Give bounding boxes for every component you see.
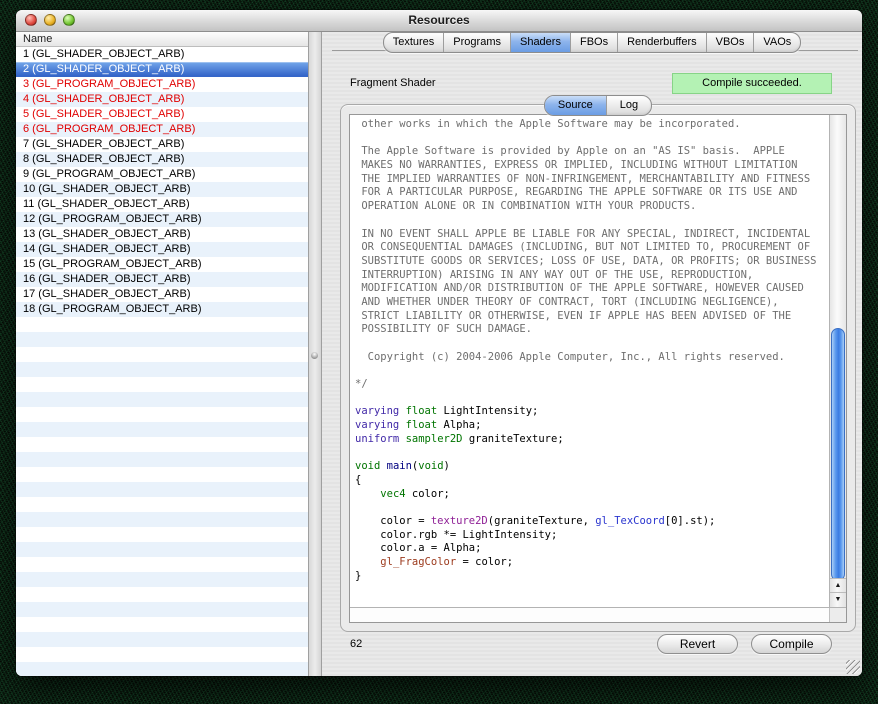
code-line: OPERATION ALONE OR IN COMBINATION WITH Y… — [355, 200, 829, 214]
list-column-header-name[interactable]: Name — [16, 32, 308, 47]
resource-tab-bar: TexturesProgramsShadersFBOsRenderbuffers… — [322, 32, 862, 53]
splitter-dimple-icon — [311, 352, 318, 359]
code-line: STRICT LIABILITY OR OTHERWISE, EVEN IF A… — [355, 310, 829, 324]
code-line: vec4 color; — [355, 488, 829, 502]
code-line: SUBSTITUTE GOODS OR SERVICES; LOSS OF US… — [355, 255, 829, 269]
close-icon[interactable] — [25, 14, 37, 26]
code-line: Copyright (c) 2004-2006 Apple Computer, … — [355, 351, 829, 365]
tab-renderbuffers[interactable]: Renderbuffers — [617, 33, 706, 52]
list-item[interactable]: 16 (GL_SHADER_OBJECT_ARB) — [16, 272, 308, 287]
code-line: varying float Alpha; — [355, 419, 829, 433]
code-line: THE IMPLIED WARRANTIES OF NON-INFRINGEME… — [355, 173, 829, 187]
view-tab-log[interactable]: Log — [606, 96, 651, 115]
list-item[interactable]: 14 (GL_SHADER_OBJECT_ARB) — [16, 242, 308, 257]
list-item[interactable]: 3 (GL_PROGRAM_OBJECT_ARB) — [16, 77, 308, 92]
code-line: uniform sampler2D graniteTexture; — [355, 433, 829, 447]
scrollbar-corner — [829, 608, 846, 622]
list-item[interactable]: 17 (GL_SHADER_OBJECT_ARB) — [16, 287, 308, 302]
source-editor[interactable]: other works in which the Apple Software … — [349, 114, 847, 623]
code-line: varying float LightIntensity; — [355, 405, 829, 419]
shader-source-code[interactable]: other works in which the Apple Software … — [350, 115, 829, 607]
code-line — [355, 447, 829, 461]
tab-fbos[interactable]: FBOs — [570, 33, 617, 52]
tab-programs[interactable]: Programs — [443, 33, 510, 52]
resources-window: Resources Name 1 (GL_SHADER_OBJECT_ARB)2… — [16, 10, 862, 676]
traffic-lights — [25, 14, 75, 26]
tab-shaders[interactable]: Shaders — [510, 33, 570, 52]
shader-type-label: Fragment Shader — [350, 77, 436, 89]
shader-detail-panel: TexturesProgramsShadersFBOsRenderbuffers… — [322, 32, 862, 676]
scroll-up-icon[interactable]: ▲ — [830, 578, 846, 593]
view-tab-source[interactable]: Source — [545, 96, 606, 115]
code-line: */ — [355, 378, 829, 392]
bottom-bar: 62 Revert Compile — [350, 634, 832, 654]
list-item[interactable]: 6 (GL_PROGRAM_OBJECT_ARB) — [16, 122, 308, 137]
tab-vaos[interactable]: VAOs — [753, 33, 800, 52]
code-line — [355, 364, 829, 378]
split-view-divider[interactable] — [308, 32, 322, 676]
code-line: MODIFICATION AND/OR DISTRIBUTION OF THE … — [355, 282, 829, 296]
list-item[interactable]: 10 (GL_SHADER_OBJECT_ARB) — [16, 182, 308, 197]
code-line: The Apple Software is provided by Apple … — [355, 145, 829, 159]
code-line: color = texture2D(graniteTexture, gl_Tex… — [355, 515, 829, 529]
code-line: OR CONSEQUENTIAL DAMAGES (INCLUDING, BUT… — [355, 241, 829, 255]
code-line: IN NO EVENT SHALL APPLE BE LIABLE FOR AN… — [355, 228, 829, 242]
list-item[interactable]: 7 (GL_SHADER_OBJECT_ARB) — [16, 137, 308, 152]
compile-status-badge: Compile succeeded. — [672, 73, 832, 94]
list-item[interactable]: 12 (GL_PROGRAM_OBJECT_ARB) — [16, 212, 308, 227]
title-bar[interactable]: Resources — [16, 10, 862, 32]
vertical-scrollbar[interactable]: ▲ ▼ — [829, 115, 846, 607]
code-line: color.a = Alpha; — [355, 542, 829, 556]
code-line: other works in which the Apple Software … — [355, 118, 829, 132]
list-item[interactable]: 9 (GL_PROGRAM_OBJECT_ARB) — [16, 167, 308, 182]
code-line — [355, 132, 829, 146]
list-item[interactable]: 13 (GL_SHADER_OBJECT_ARB) — [16, 227, 308, 242]
code-line: POSSIBILITY OF SUCH DAMAGE. — [355, 323, 829, 337]
resource-list-panel: Name 1 (GL_SHADER_OBJECT_ARB)2 (GL_SHADE… — [16, 32, 308, 676]
revert-button[interactable]: Revert — [657, 634, 738, 654]
code-line — [355, 392, 829, 406]
line-count-label: 62 — [350, 638, 362, 650]
list-item[interactable]: 4 (GL_SHADER_OBJECT_ARB) — [16, 92, 308, 107]
list-item[interactable]: 5 (GL_SHADER_OBJECT_ARB) — [16, 107, 308, 122]
code-line — [355, 214, 829, 228]
list-item[interactable]: 18 (GL_PROGRAM_OBJECT_ARB) — [16, 302, 308, 317]
list-item[interactable]: 15 (GL_PROGRAM_OBJECT_ARB) — [16, 257, 308, 272]
resource-list[interactable]: 1 (GL_SHADER_OBJECT_ARB)2 (GL_SHADER_OBJ… — [16, 47, 308, 676]
code-line: color.rgb *= LightIntensity; — [355, 529, 829, 543]
horizontal-scrollbar[interactable] — [350, 607, 846, 622]
window-content: Name 1 (GL_SHADER_OBJECT_ARB)2 (GL_SHADE… — [16, 32, 862, 676]
tab-textures[interactable]: Textures — [384, 33, 444, 52]
code-line: { — [355, 474, 829, 488]
list-item[interactable]: 2 (GL_SHADER_OBJECT_ARB) — [16, 62, 308, 77]
compile-button[interactable]: Compile — [751, 634, 832, 654]
scroll-down-icon[interactable]: ▼ — [830, 592, 846, 607]
list-item[interactable]: 8 (GL_SHADER_OBJECT_ARB) — [16, 152, 308, 167]
code-line: INTERRUPTION) ARISING IN ANY WAY OUT OF … — [355, 269, 829, 283]
code-line — [355, 337, 829, 351]
source-log-tab-bar: SourceLog — [341, 95, 855, 116]
tab-vbos[interactable]: VBOs — [706, 33, 754, 52]
code-line: MAKES NO WARRANTIES, EXPRESS OR IMPLIED,… — [355, 159, 829, 173]
minimize-icon[interactable] — [44, 14, 56, 26]
list-item[interactable]: 1 (GL_SHADER_OBJECT_ARB) — [16, 47, 308, 62]
window-title: Resources — [16, 10, 862, 31]
code-line: gl_FragColor = color; — [355, 556, 829, 570]
list-item[interactable]: 11 (GL_SHADER_OBJECT_ARB) — [16, 197, 308, 212]
code-line: FOR A PARTICULAR PURPOSE, REGARDING THE … — [355, 186, 829, 200]
resize-grip-icon[interactable] — [846, 660, 860, 674]
code-line: AND WHETHER UNDER THEORY OF CONTRACT, TO… — [355, 296, 829, 310]
zoom-icon[interactable] — [63, 14, 75, 26]
action-buttons: Revert Compile — [657, 634, 832, 654]
code-line — [355, 501, 829, 515]
scrollbar-thumb[interactable] — [831, 328, 845, 581]
code-line: void main(void) — [355, 460, 829, 474]
code-line: } — [355, 570, 829, 584]
source-group-box: SourceLog other works in which the Apple… — [340, 104, 856, 632]
